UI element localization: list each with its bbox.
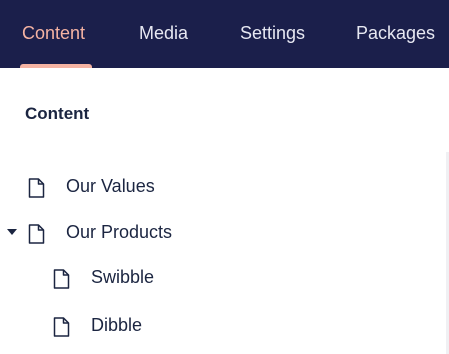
document-icon: [53, 269, 70, 289]
tree-item-label: Our Products: [66, 222, 173, 242]
top-navigation-bar: Content Media Settings Packages: [0, 0, 449, 69]
tab-settings[interactable]: Settings: [240, 0, 305, 68]
tree-item-our-products[interactable]: Our Products: [0, 217, 200, 247]
document-icon: [53, 317, 70, 337]
app-window: Content Media Settings Packages Content …: [0, 0, 449, 354]
tree-item-swibble[interactable]: Swibble: [0, 262, 200, 292]
document-icon: [28, 224, 45, 244]
tree-item-label: Dibble: [91, 315, 143, 335]
caret-down-icon[interactable]: [7, 229, 17, 235]
tab-content[interactable]: Content: [22, 0, 85, 68]
tree-item-our-values[interactable]: Our Values: [0, 171, 200, 201]
tab-packages[interactable]: Packages: [356, 0, 435, 68]
tree-item-label: Swibble: [91, 267, 155, 287]
tree-item-dibble[interactable]: Dibble: [0, 310, 200, 340]
tab-media[interactable]: Media: [139, 0, 188, 68]
tree-section-title: Content: [25, 104, 90, 123]
document-icon: [28, 178, 45, 198]
tree-item-label: Our Values: [66, 176, 155, 196]
